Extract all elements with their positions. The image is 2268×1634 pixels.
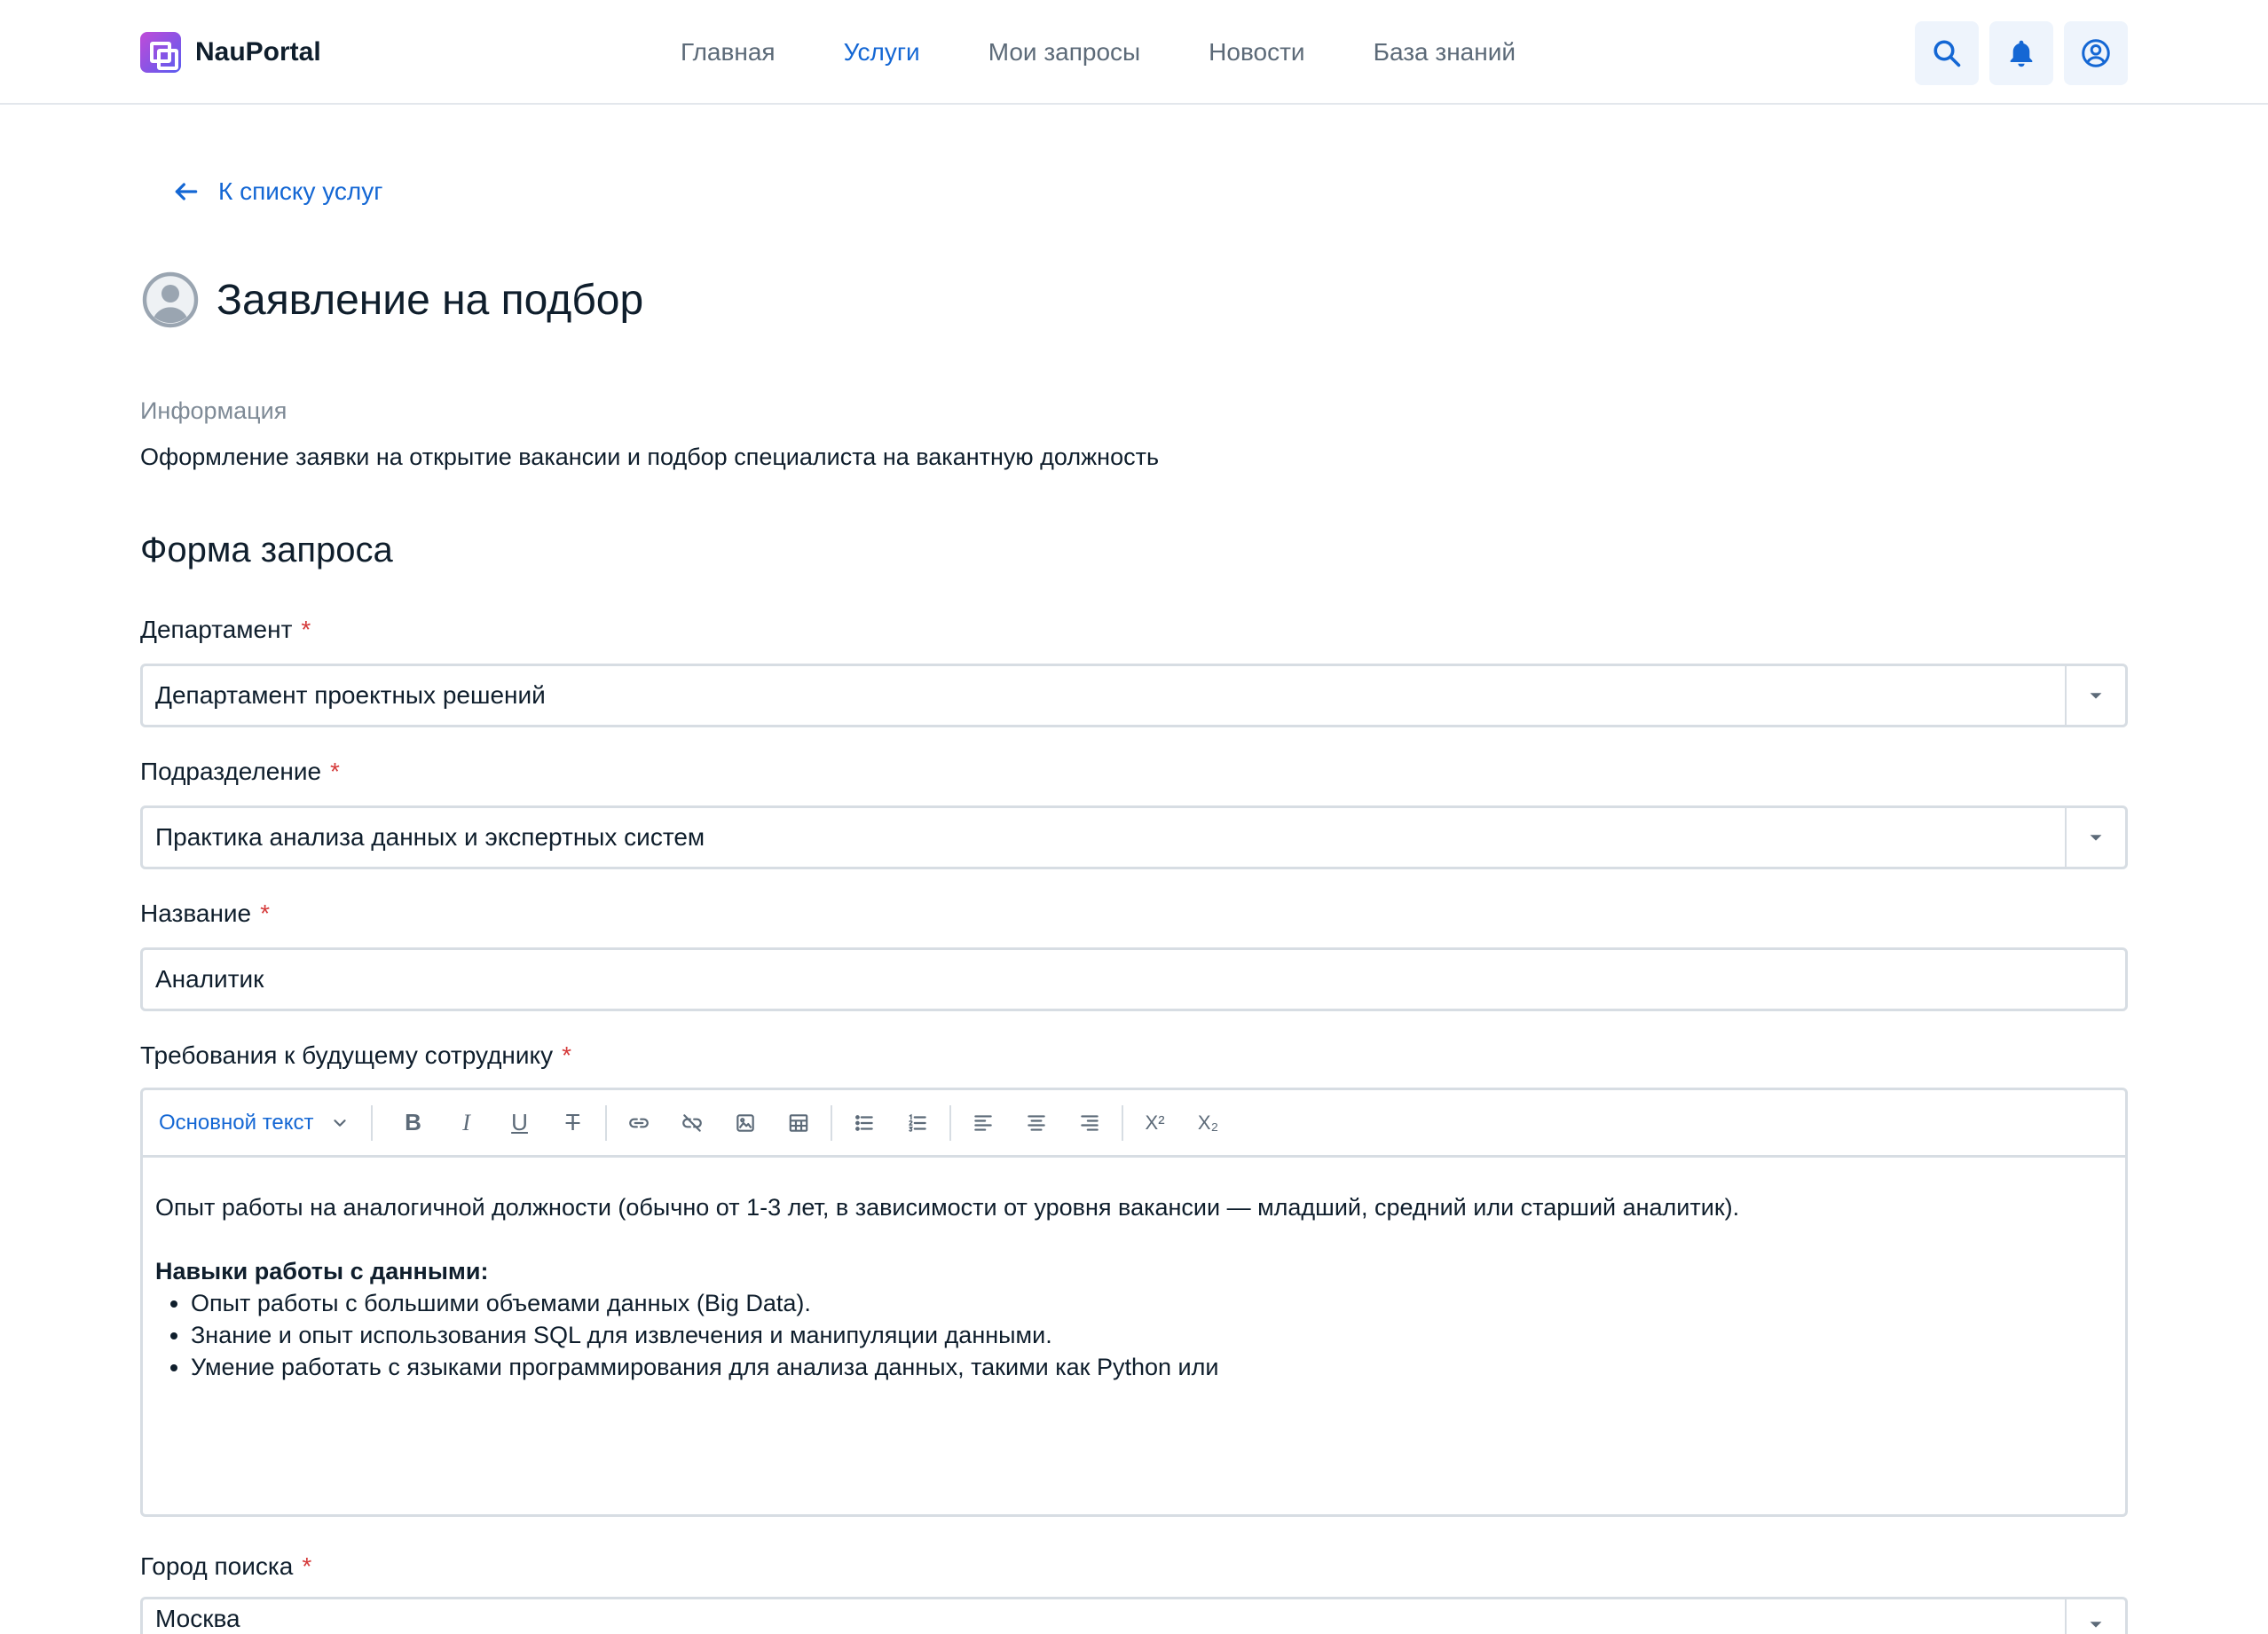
logo-mark-icon — [140, 32, 181, 73]
align-left-button[interactable] — [957, 1105, 1010, 1141]
page-title-row: Заявление на подбор — [142, 271, 643, 328]
align-center-icon — [1027, 1114, 1045, 1131]
caret-down-icon — [2090, 693, 2102, 699]
unlink-button[interactable] — [665, 1105, 719, 1141]
logo[interactable]: NauPortal — [140, 32, 321, 73]
division-select-value: Практика анализа данных и экспертных сис… — [155, 823, 705, 851]
form-title: Форма запроса — [140, 530, 393, 570]
toolbar-group-script: X² X₂ — [1123, 1105, 1240, 1141]
back-to-services-link[interactable]: К списку услуг — [172, 177, 382, 206]
nav-item-knowledge-base[interactable]: База знаний — [1374, 38, 1516, 67]
nav-item-my-requests[interactable]: Мои запросы — [988, 38, 1140, 67]
info-label: Информация — [140, 397, 287, 424]
list-item: Умение работать с языками программирован… — [191, 1351, 2113, 1383]
required-mark: * — [260, 899, 271, 927]
requirements-label: Требования к будущему сотруднику * — [140, 1041, 571, 1070]
caret-down-icon — [2090, 835, 2102, 841]
requirements-label-text: Требования к будущему сотруднику — [140, 1041, 554, 1069]
nav-item-home[interactable]: Главная — [681, 38, 776, 67]
city-select[interactable]: Москва — [140, 1597, 2128, 1634]
nav-item-services[interactable]: Услуги — [844, 38, 920, 67]
editor-heading: Навыки работы с данными: — [155, 1258, 489, 1284]
toolbar-group-lists — [832, 1104, 951, 1141]
name-label-text: Название — [140, 899, 252, 927]
numbered-list-icon — [908, 1113, 926, 1132]
notifications-button[interactable] — [1989, 21, 2053, 85]
required-mark: * — [301, 616, 311, 643]
department-label: Департамент * — [140, 616, 311, 644]
page-title: Заявление на подбор — [217, 276, 644, 324]
department-label-text: Департамент — [140, 616, 293, 643]
subscript-button[interactable]: X₂ — [1182, 1105, 1235, 1141]
align-right-button[interactable] — [1063, 1105, 1116, 1141]
strikethrough-button[interactable]: T — [547, 1105, 600, 1141]
align-center-button[interactable] — [1010, 1105, 1063, 1141]
image-button[interactable] — [719, 1105, 772, 1141]
chevron-down-icon — [333, 1119, 346, 1127]
header-actions — [1915, 21, 2128, 85]
division-select[interactable]: Практика анализа данных и экспертных сис… — [140, 805, 2128, 869]
required-mark: * — [330, 758, 340, 785]
main-nav: Главная Услуги Мои запросы Новости База … — [681, 0, 1516, 105]
caret-down-icon — [2090, 1622, 2102, 1628]
top-header: NauPortal Главная Услуги Мои запросы Нов… — [0, 0, 2268, 105]
back-link-label: К списку услуг — [218, 177, 383, 205]
division-dropdown-toggle[interactable] — [2065, 808, 2125, 867]
list-item: Опыт работы с большими объемами данных (… — [191, 1287, 2113, 1319]
required-mark: * — [302, 1552, 312, 1580]
link-icon — [628, 1118, 649, 1127]
info-description: Оформление заявки на открытие вакансии и… — [140, 444, 1160, 470]
search-icon — [1933, 40, 1961, 67]
bell-icon — [2010, 40, 2033, 67]
italic-button[interactable]: I — [440, 1105, 493, 1141]
link-button[interactable] — [612, 1105, 665, 1141]
toolbar-group-format: B I U T — [382, 1104, 607, 1141]
editor-paragraph: Опыт работы на аналогичной должности (об… — [155, 1194, 1740, 1221]
align-left-icon — [973, 1114, 992, 1131]
department-select-value: Департамент проектных решений — [155, 681, 546, 709]
image-icon — [736, 1113, 754, 1132]
city-dropdown-toggle[interactable] — [2065, 1599, 2125, 1634]
division-label: Подразделение * — [140, 758, 340, 786]
numbered-list-button[interactable] — [891, 1105, 944, 1141]
text-style-dropdown[interactable]: Основной текст — [159, 1104, 373, 1141]
user-circle-icon — [2082, 39, 2110, 67]
nav-item-news[interactable]: Новости — [1209, 38, 1304, 67]
logo-text: NauPortal — [195, 37, 321, 67]
table-icon — [789, 1113, 807, 1132]
editor-toolbar: Основной текст B I U T X² X₂ — [143, 1090, 2125, 1158]
city-label-text: Город поиска — [140, 1552, 294, 1580]
editor-bullet-list: Опыт работы с большими объемами данных (… — [155, 1287, 2113, 1383]
search-button[interactable] — [1915, 21, 1979, 85]
department-dropdown-toggle[interactable] — [2065, 666, 2125, 725]
bullet-list-button[interactable] — [838, 1105, 891, 1141]
editor-content[interactable]: Опыт работы на аналогичной должности (об… — [143, 1158, 2125, 1383]
arrow-left-icon — [175, 183, 198, 200]
align-right-icon — [1080, 1114, 1099, 1131]
bold-button[interactable]: B — [387, 1105, 440, 1141]
toolbar-group-insert — [607, 1104, 832, 1141]
name-input[interactable] — [140, 947, 2128, 1011]
user-avatar-icon — [142, 271, 199, 328]
list-item: Знание и опыт использования SQL для извл… — [191, 1319, 2113, 1351]
superscript-button[interactable]: X² — [1129, 1105, 1182, 1141]
division-label-text: Подразделение — [140, 758, 322, 785]
toolbar-group-align — [951, 1104, 1123, 1141]
required-mark: * — [562, 1041, 571, 1069]
text-style-label: Основной текст — [159, 1110, 314, 1135]
underline-button[interactable]: U — [493, 1105, 547, 1141]
profile-button[interactable] — [2064, 21, 2128, 85]
table-button[interactable] — [772, 1105, 825, 1141]
city-select-value: Москва — [155, 1605, 240, 1632]
department-select[interactable]: Департамент проектных решений — [140, 664, 2128, 727]
unlink-icon — [681, 1113, 702, 1132]
city-label: Город поиска * — [140, 1552, 311, 1581]
name-label: Название * — [140, 899, 270, 928]
bullet-list-icon — [854, 1114, 873, 1131]
requirements-editor: Основной текст B I U T X² X₂ Опыт работы… — [140, 1088, 2128, 1517]
